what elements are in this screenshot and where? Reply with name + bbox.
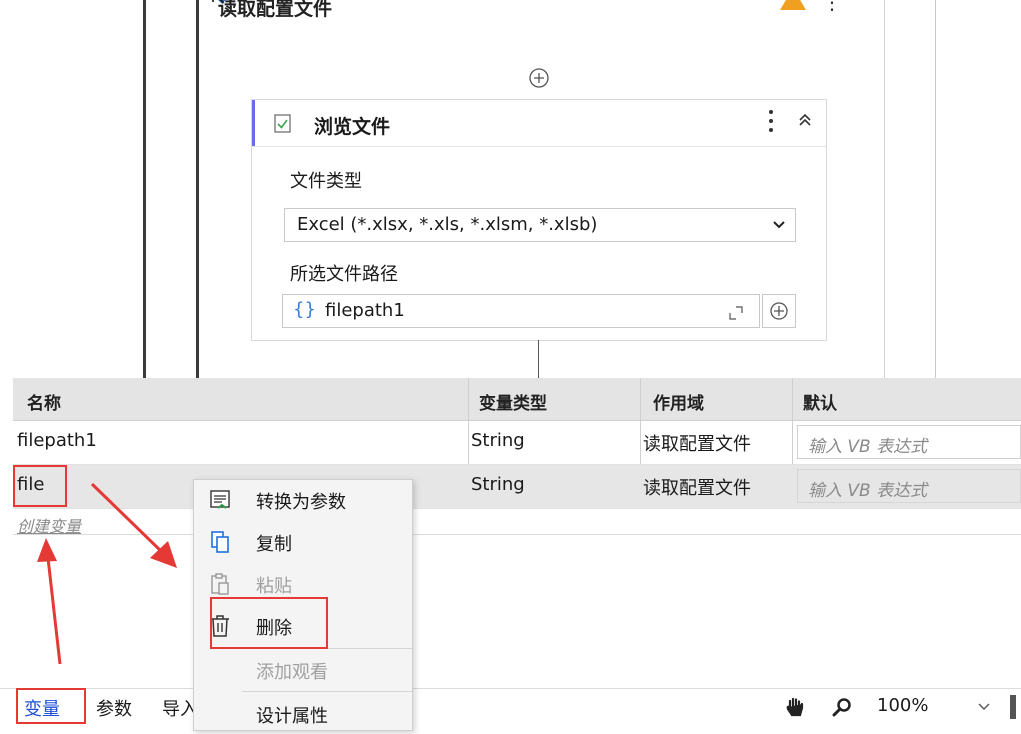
arrow-line <box>90 482 165 555</box>
annotation-arrows <box>37 482 177 665</box>
arrow-line <box>46 557 62 665</box>
arrow-head <box>37 538 57 562</box>
